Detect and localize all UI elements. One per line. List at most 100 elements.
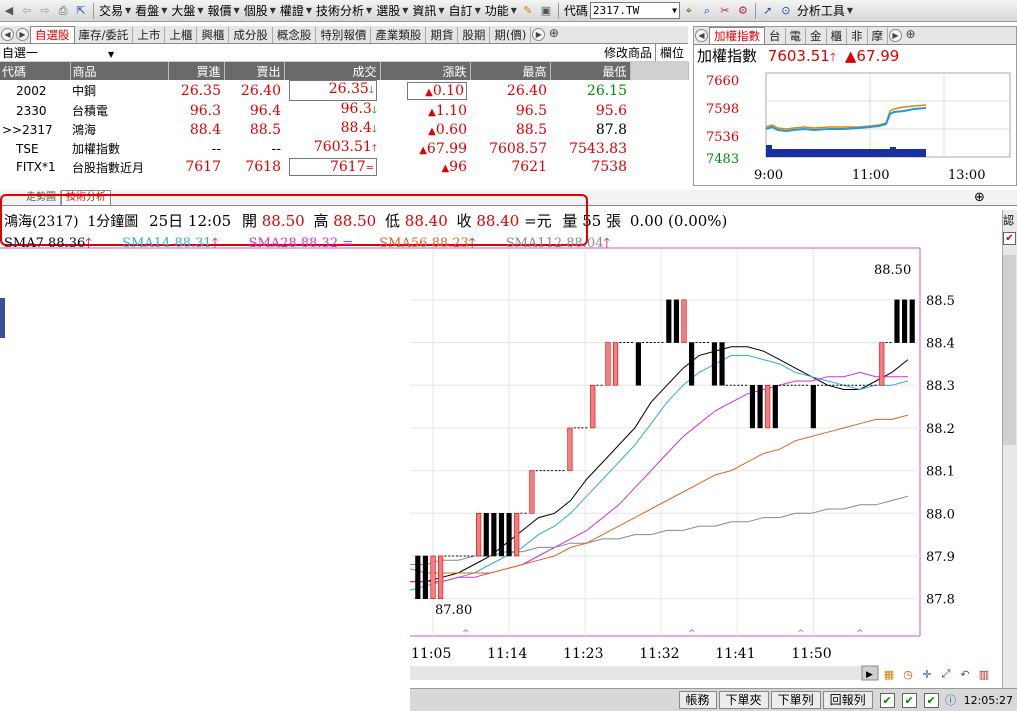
indicator-icon[interactable]: ▥ [976, 666, 992, 682]
tab-msci[interactable]: 摩 [868, 28, 888, 44]
tab-listed[interactable]: 上市 [133, 27, 166, 43]
candlestick-chart[interactable]: 88.588.488.388.288.188.087.987.8 11:05 11… [0, 210, 1000, 688]
tab-next-icon[interactable]: ▶ [16, 28, 29, 41]
edit-products-button[interactable]: 修改商品 [604, 44, 656, 61]
tab-finance[interactable]: 金 [806, 28, 827, 44]
tab-components[interactable]: 成分股 [229, 27, 273, 43]
col-change[interactable]: 漲跌 [380, 62, 471, 80]
tools-icon[interactable]: ✂ [717, 3, 733, 19]
table-row[interactable]: >>2317 鴻海 88.4 88.5 88.4🡓 ▲0.60 88.5 87.… [0, 120, 688, 139]
tab-otc-index[interactable]: 櫃 [827, 28, 847, 44]
window-icon[interactable]: ▣ [538, 3, 554, 19]
back-icon[interactable]: ◀ [1, 3, 17, 19]
col-low[interactable]: 最低 [550, 62, 631, 80]
tab-otc[interactable]: 上櫃 [165, 27, 198, 43]
tab-concept[interactable]: 概念股 [273, 27, 317, 43]
order-bar-button[interactable]: 下單列 [770, 691, 821, 709]
zoom-icon[interactable]: ⊕ [547, 27, 560, 41]
chevron-down-icon[interactable]: ▼ [672, 3, 677, 18]
tab-electronics[interactable]: 電 [786, 28, 806, 44]
tab-industry[interactable]: 產業類股 [371, 27, 427, 43]
arrow-up-icon: 🡑 [829, 50, 837, 64]
menu-view[interactable]: 看盤 ▼ [133, 2, 169, 19]
table-row[interactable]: TSE 加權指數 -- -- 7603.51🡑 ▲67.99 7608.57 7… [0, 139, 688, 158]
menu-analysis-tools[interactable]: 分析工具 ▼ [795, 2, 855, 19]
menu-warrant[interactable]: 權證 ▼ [278, 2, 314, 19]
col-last[interactable]: 成交 [284, 62, 381, 80]
y-tick-label: 88.1 [926, 465, 955, 480]
report-bar-button[interactable]: 回報列 [822, 691, 873, 709]
menu-custom[interactable]: 自訂 ▼ [447, 2, 483, 19]
menu-function[interactable]: 功能 ▼ [483, 2, 519, 19]
tab-taiex[interactable]: 加權指數 [709, 27, 765, 44]
table-row[interactable]: 2002 中鋼 26.35 26.40 26.35🡓 ▲0.10 26.40 2… [0, 80, 688, 101]
binoculars-icon[interactable]: ⌖ [681, 3, 697, 19]
popout-icon[interactable]: ⇱ [73, 3, 89, 19]
status-check-icon[interactable]: ✔ [879, 692, 895, 708]
tab-next-icon[interactable]: ▶ [889, 29, 902, 42]
menu-info[interactable]: 資訊 ▼ [410, 2, 446, 19]
info-icon[interactable]: ⓘ [943, 692, 959, 708]
account-button[interactable]: 帳務 [678, 691, 717, 709]
menu-technical[interactable]: 技術分析 ▼ [314, 2, 374, 19]
row-low: 7538 [591, 159, 627, 175]
y-tick-label: 88.0 [926, 507, 955, 522]
clock-icon[interactable]: ◷ [900, 666, 916, 682]
menu-stock[interactable]: 個股 ▼ [242, 2, 278, 19]
tab-prev-icon[interactable]: ◀ [695, 29, 708, 42]
list-selector[interactable]: 自選一 ▼ [2, 44, 114, 61]
side-check-icon[interactable]: ✔ [1003, 232, 1016, 245]
status-check-icon[interactable]: ✔ [901, 692, 917, 708]
pen-icon[interactable]: ✎ [520, 3, 536, 19]
settings-icon[interactable]: ⚙ [735, 3, 751, 19]
menu-market[interactable]: 大盤 ▼ [169, 2, 205, 19]
cursor-icon[interactable]: ➚ [760, 3, 776, 19]
menu-screener[interactable]: 選股 ▼ [374, 2, 410, 19]
row-last: 26.35🡓 [289, 80, 377, 101]
col-name[interactable]: 商品 [70, 62, 169, 80]
tab-watchlist[interactable]: 自選股 [30, 26, 75, 43]
horizontal-scrollbar[interactable] [410, 666, 878, 680]
vertical-scrollbar[interactable] [1003, 255, 1016, 445]
tab-non-finance[interactable]: 非 [847, 28, 868, 44]
zoom-icon[interactable]: ⊕ [904, 28, 917, 42]
tab-scroll-icon[interactable]: ▶ [532, 28, 546, 41]
undo-icon[interactable]: ↶ [957, 666, 973, 682]
col-code[interactable]: 代碼 [0, 62, 71, 80]
crosshair-icon[interactable]: ✛ [919, 666, 935, 682]
order-folder-button[interactable]: 下單夾 [718, 691, 769, 709]
back-arrow-icon[interactable]: ⇦ [19, 3, 35, 19]
forward-arrow-icon[interactable]: ⇨ [37, 3, 53, 19]
table-row[interactable]: 2330 台積電 96.3 96.4 96.3🡓 ▲1.10 96.5 95.6 [0, 101, 688, 120]
tab-options[interactable]: 期(價) [490, 27, 532, 43]
tab-special-quote[interactable]: 特別報價 [316, 27, 372, 43]
status-check-icon[interactable]: ✔ [923, 692, 939, 708]
row-code: 2330 [16, 103, 47, 118]
tab-prev-icon[interactable]: ◀ [1, 28, 14, 41]
tab-emerging[interactable]: 興櫃 [197, 27, 230, 43]
menu-quote[interactable]: 報價 ▼ [206, 2, 242, 19]
column-settings-button[interactable]: 欄位 [656, 44, 688, 61]
col-ask[interactable]: 賣出 [224, 62, 285, 80]
candle [567, 427, 573, 471]
tab-inventory[interactable]: 庫存/委託 [75, 27, 134, 43]
code-input[interactable]: 2317.TW ▼ [589, 2, 680, 19]
tab-tw[interactable]: 台 [765, 28, 786, 44]
menu-trade[interactable]: 交易 ▼ [97, 2, 133, 19]
zoom-fit-icon[interactable]: ⤢ [938, 666, 954, 682]
col-bid[interactable]: 買進 [168, 62, 225, 80]
row-change: ▲0.10 [407, 81, 467, 100]
chart-type-icon[interactable]: ▦ [881, 666, 897, 682]
print-icon[interactable]: ⎙ [55, 3, 71, 19]
tab-stock-futures[interactable]: 股期 [458, 27, 491, 43]
search-icon[interactable]: ⌕ [699, 3, 715, 19]
col-high[interactable]: 最高 [470, 62, 551, 80]
separator [93, 2, 94, 19]
row-name: 加權指數 [72, 142, 121, 156]
tab-futures[interactable]: 期貨 [426, 27, 459, 43]
table-row[interactable]: FITX*1 台股指數近月 7617 7618 7617= ▲96 7621 7… [0, 158, 688, 176]
side-tab[interactable]: 認 [1003, 212, 1017, 228]
analysis-icon[interactable]: ⊙ [778, 3, 794, 19]
x-tick-label: 11:50 [791, 646, 831, 662]
zoom-icon[interactable]: ⊕ [974, 190, 985, 205]
